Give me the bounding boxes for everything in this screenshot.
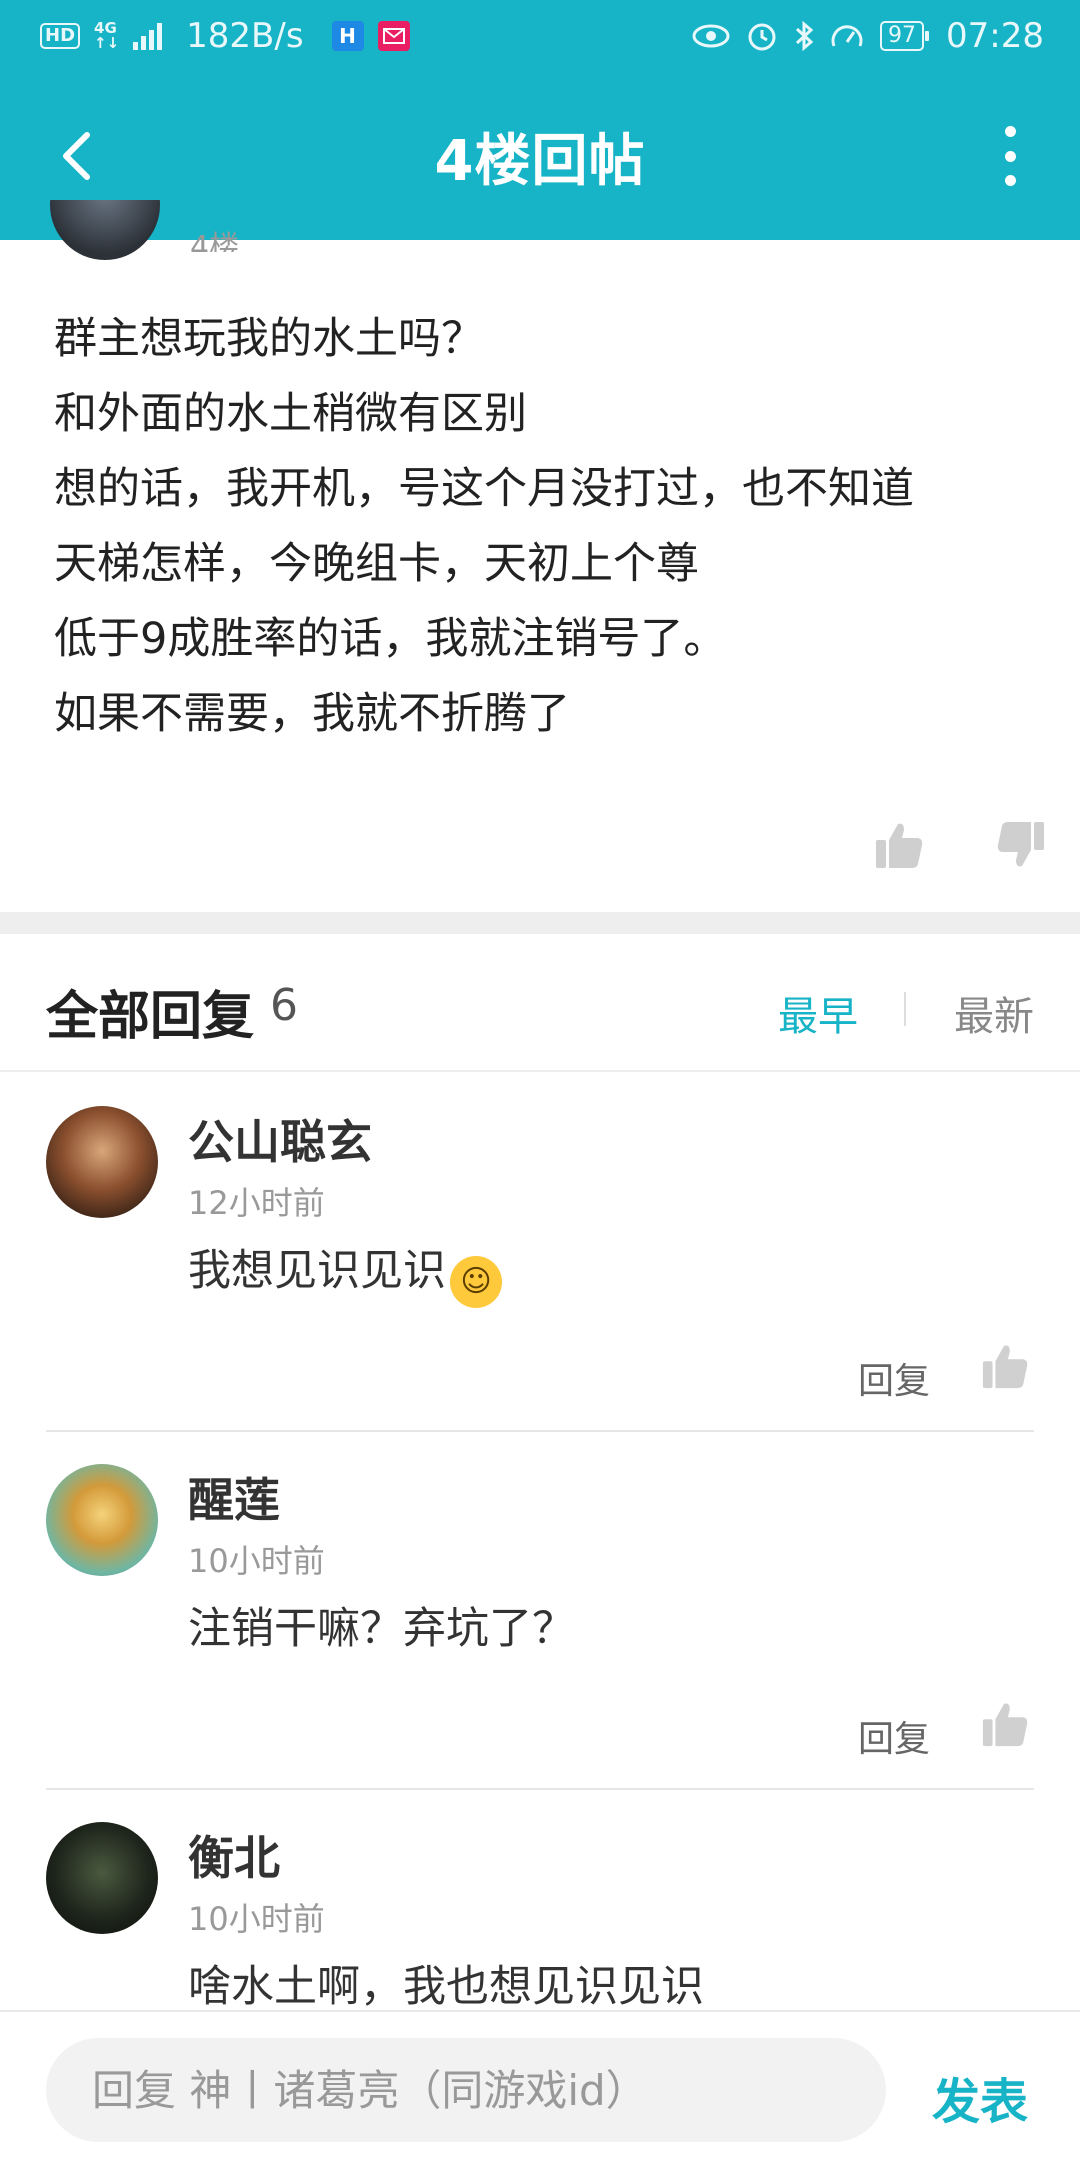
reply-author[interactable]: 醒莲 <box>188 1464 280 1530</box>
reply-item: 公山聪玄 12小时前 我想见识见识 ☺ 回复 <box>46 1106 1034 1432</box>
post-line: 群主想玩我的水土吗？ <box>54 314 484 364</box>
sort-separator <box>904 992 906 1026</box>
reply-author[interactable]: 衡北 <box>188 1822 280 1888</box>
post-line: 低于9成胜率的话，我就注销号了。 <box>54 614 727 664</box>
reply-item: 醒莲 10小时前 注销干嘛？弃坑了？ 回复 <box>46 1464 1034 1790</box>
reply-input[interactable] <box>46 2038 886 2142</box>
reply-time: 10小时前 <box>188 1542 325 1580</box>
replies-label: 全部回复 <box>46 987 255 1047</box>
battery-icon: 97 <box>880 21 930 51</box>
back-button[interactable] <box>48 128 104 184</box>
reply-button[interactable]: 回复 <box>858 1352 930 1404</box>
chevron-left-icon <box>63 132 90 180</box>
sort-earliest-tab[interactable]: 最早 <box>778 984 858 1042</box>
mail-app-icon <box>377 21 410 51</box>
status-bar: HD 4G ↑↓ 182B/s H 97 07:28 <box>0 0 1080 72</box>
signal-icon <box>133 22 163 50</box>
reply-time: 12小时前 <box>188 1184 325 1222</box>
post-line: 如果不需要，我就不折腾了 <box>54 689 570 739</box>
alarm-icon <box>748 23 776 51</box>
network-type: 4G ↑↓ <box>94 19 120 52</box>
speedometer-icon <box>831 25 863 47</box>
laughing-emoji-icon: ☺ <box>450 1256 502 1308</box>
avatar[interactable] <box>46 1464 158 1576</box>
post-content: 群主想玩我的水土吗？ 和外面的水土稍微有区别 想的话，我开机，号这个月没打过，也… <box>54 302 1044 752</box>
send-button[interactable]: 发表 <box>932 2062 1028 2132</box>
thumbs-down-icon[interactable] <box>996 820 1046 870</box>
reply-author[interactable]: 公山聪玄 <box>188 1106 372 1172</box>
avatar[interactable] <box>46 1822 158 1934</box>
reply-divider <box>46 1430 1034 1432</box>
reply-item: 衡北 10小时前 啥水土啊，我也想见识见识 <box>46 1822 1034 2022</box>
reply-text: 注销干嘛？弃坑了？ <box>188 1604 575 1654</box>
sort-newest-tab[interactable]: 最新 <box>954 984 1034 1042</box>
post-actions <box>0 820 1080 890</box>
post-line: 和外面的水土稍微有区别 <box>54 389 527 439</box>
reply-button[interactable]: 回复 <box>858 1710 930 1762</box>
post-line: 天梯怎样，今晚组卡，天初上个尊 <box>54 539 699 589</box>
clock: 07:28 <box>946 16 1044 56</box>
thumbs-up-icon[interactable] <box>981 1342 1029 1390</box>
section-divider <box>0 912 1080 934</box>
bluetooth-icon <box>795 20 814 52</box>
thumbs-up-icon[interactable] <box>874 820 924 870</box>
h-app-icon: H <box>331 21 364 51</box>
post-author-avatar[interactable] <box>50 200 160 260</box>
avatar[interactable] <box>46 1106 158 1218</box>
reply-text: 我想见识见识 ☺ <box>188 1236 502 1308</box>
reply-composer: 发表 <box>0 2010 1080 2160</box>
hd-indicator: HD <box>40 23 81 49</box>
reply-text: 啥水土啊，我也想见识见识 <box>188 1962 704 2012</box>
thumbs-up-icon[interactable] <box>981 1700 1029 1748</box>
post-line: 想的话，我开机，号这个月没打过，也不知道 <box>54 464 914 514</box>
more-vertical-icon[interactable] <box>1000 126 1020 186</box>
reply-divider <box>46 1788 1034 1790</box>
page-title: 4楼回帖 <box>434 128 646 194</box>
network-speed: 182B/s <box>186 16 304 56</box>
replies-count: 6 <box>270 980 298 1031</box>
reply-time: 10小时前 <box>188 1900 325 1938</box>
post-floor-label: 4楼 <box>190 230 240 252</box>
app-bar: 4楼回帖 <box>0 72 1080 240</box>
eye-icon <box>692 24 730 48</box>
replies-header: 全部回复 6 最早 最新 <box>0 934 1080 1072</box>
